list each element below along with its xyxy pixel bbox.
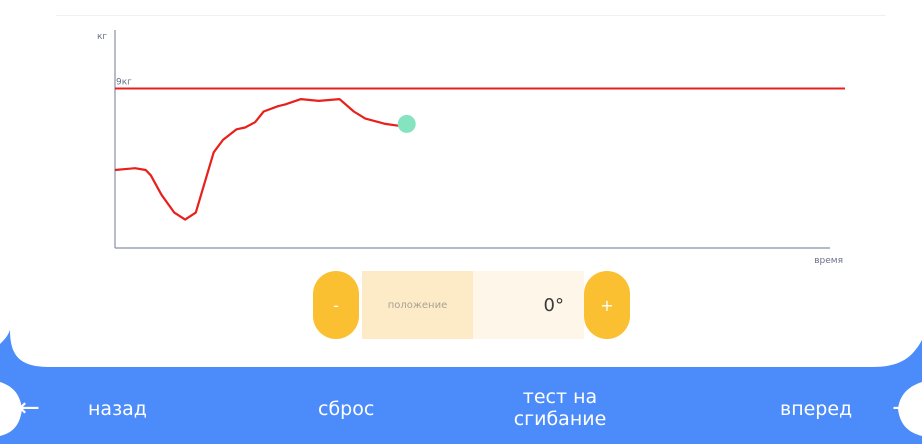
position-label: положение bbox=[362, 271, 473, 339]
arrow-right-icon[interactable]: → bbox=[892, 395, 914, 421]
back-button[interactable]: назад bbox=[88, 398, 147, 420]
reset-button[interactable]: сброс bbox=[318, 398, 374, 420]
bend-test-label-line2: сгибание bbox=[513, 408, 607, 430]
increase-button[interactable]: + bbox=[584, 271, 630, 339]
bend-test-button[interactable]: тест на сгибание bbox=[495, 386, 625, 430]
arrow-left-icon[interactable]: ← bbox=[18, 395, 40, 421]
bottom-nav-bar bbox=[0, 330, 922, 444]
y-axis-label: кг bbox=[97, 32, 107, 42]
force-series-line bbox=[114, 97, 407, 221]
decrease-button[interactable]: - bbox=[313, 271, 359, 339]
position-control: - положение 0° + bbox=[313, 271, 630, 339]
bend-test-label-line1: тест на bbox=[522, 386, 598, 408]
position-value: 0° bbox=[473, 271, 584, 339]
force-chart: кг время 9кг bbox=[97, 30, 845, 266]
bottom-nav-background bbox=[0, 330, 922, 444]
current-point-marker bbox=[397, 114, 416, 133]
x-axis-label: время bbox=[814, 256, 843, 266]
forward-button[interactable]: вперед bbox=[780, 398, 852, 420]
threshold-label: 9кг bbox=[116, 77, 132, 87]
